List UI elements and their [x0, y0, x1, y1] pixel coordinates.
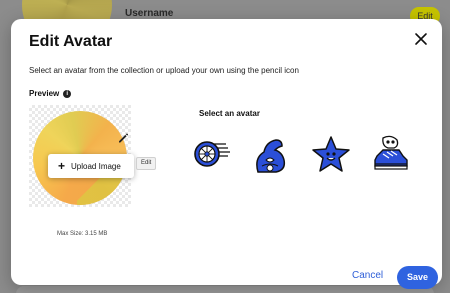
max-size-text: Max Size: 3.15 MB	[57, 231, 108, 237]
edit-avatar-modal: Edit Avatar Select an avatar from the co…	[11, 19, 442, 289]
avatar-option-skull-sneaker[interactable]	[369, 132, 413, 176]
select-avatar-heading: Select an avatar	[199, 109, 260, 118]
pencil-icon	[119, 133, 129, 143]
background-username: Username	[125, 8, 174, 19]
cancel-button[interactable]: Cancel	[352, 270, 383, 281]
flexed-arm-avatar-icon	[249, 133, 291, 175]
save-button[interactable]: Save	[397, 266, 438, 289]
wheel-avatar-icon	[189, 133, 231, 175]
upload-image-label: Upload Image	[71, 161, 121, 171]
avatar-option-wheel[interactable]	[188, 132, 232, 176]
star-avatar-icon	[310, 133, 352, 175]
skull-sneaker-avatar-icon	[370, 133, 412, 175]
info-icon[interactable]: i	[63, 89, 72, 98]
modal-description: Select an avatar from the collection or …	[29, 66, 299, 75]
avatar-option-flexed-arm[interactable]	[248, 132, 292, 176]
background-card	[16, 286, 434, 293]
edit-avatar-button[interactable]	[113, 128, 133, 148]
avatar-option-star[interactable]	[309, 132, 353, 176]
close-button[interactable]	[414, 32, 428, 46]
preview-heading: Preview i	[29, 89, 72, 98]
plus-icon: +	[58, 159, 66, 173]
modal-title: Edit Avatar	[29, 33, 113, 50]
preview-label: Preview	[29, 89, 60, 98]
close-icon	[415, 33, 427, 45]
upload-image-menu-item[interactable]: + Upload Image	[48, 154, 134, 178]
edit-tooltip: Edit	[136, 157, 157, 170]
